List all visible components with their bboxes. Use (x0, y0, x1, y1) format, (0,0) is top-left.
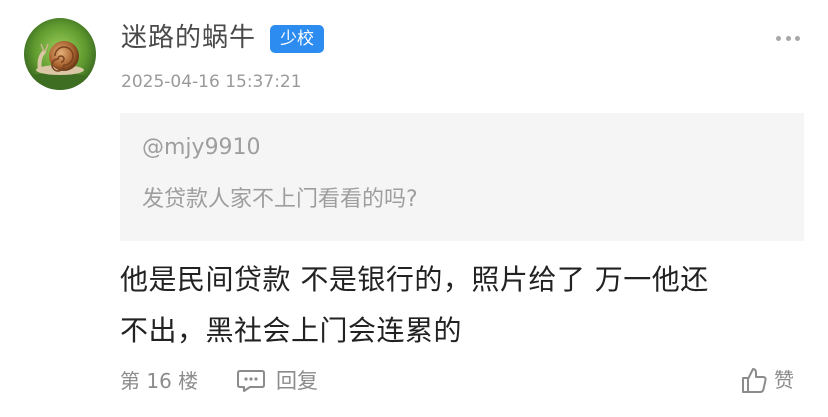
comment-line: 他是民间贷款 不是银行的，照片给了 万一他还 (120, 263, 709, 296)
post-timestamp: 2025-04-16 15:37:21 (121, 72, 302, 92)
comment-body: 他是民间贷款 不是银行的，照片给了 万一他还 不出，黑社会上门会连累的 (120, 254, 810, 356)
reply-button[interactable]: 回复 (236, 366, 318, 396)
dot (776, 35, 781, 41)
comment-post: 迷路的蜗牛 少校 2025-04-16 15:37:21 @mjy9910 发贷… (0, 0, 828, 417)
dot (785, 35, 791, 41)
more-dots-icon[interactable] (776, 34, 800, 42)
quoted-comment[interactable]: @mjy9910 发贷款人家不上门看看的吗? (120, 113, 804, 241)
username[interactable]: 迷路的蜗牛 (121, 20, 256, 56)
reply-label: 回复 (276, 369, 318, 393)
like-label: 赞 (774, 368, 794, 392)
thumbs-up-icon (742, 368, 767, 393)
avatar[interactable] (24, 18, 96, 90)
like-button[interactable]: 赞 (740, 364, 794, 396)
rank-badge: 少校 (270, 25, 324, 53)
dot (795, 35, 800, 41)
comment-line: 不出，黑社会上门会连累的 (120, 314, 463, 347)
floor-number: 第 16 楼 (120, 369, 199, 393)
snail-avatar-icon (24, 18, 96, 90)
comment-icon (237, 370, 265, 392)
quoted-text: 发贷款人家不上门看看的吗? (142, 187, 418, 212)
quoted-username[interactable]: @mjy9910 (142, 133, 261, 163)
